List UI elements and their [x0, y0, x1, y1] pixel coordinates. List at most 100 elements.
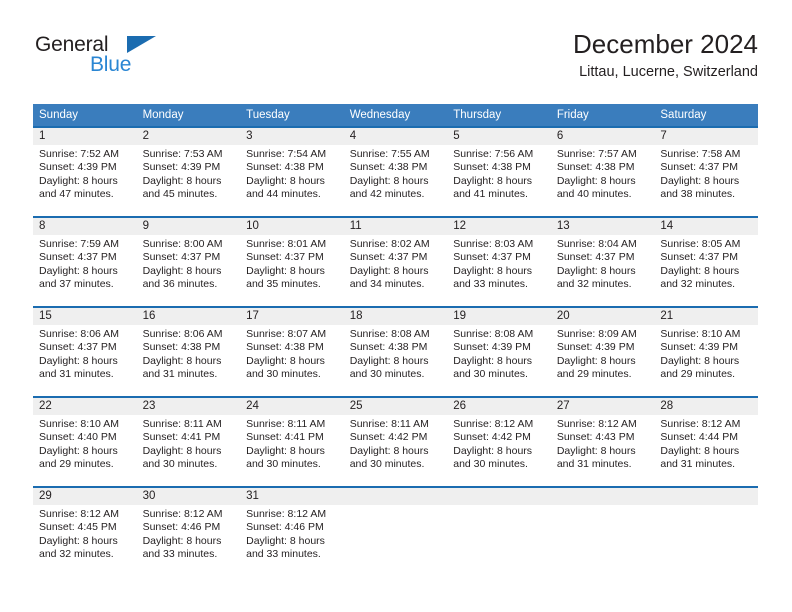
daylight-line-2: and 45 minutes. [142, 187, 218, 200]
day-cell-body: 30 Sunrise: 8:12 AM Sunset: 4:46 PM Dayligh… [136, 486, 241, 576]
day-cell-body: 12 Sunrise: 8:03 AM Sunset: 4:37 PM Dayligh… [447, 216, 551, 306]
daylight-line-2: and 30 minutes. [246, 367, 321, 380]
day-details: Sunrise: 7:54 AM Sunset: 4:38 PM Daylight:… [240, 145, 344, 201]
generalblue-logo[interactable]: General Blue [33, 33, 263, 85]
sunset-time: Sunset: 4:43 PM [556, 431, 635, 444]
calendar-day-cell[interactable]: 6 Sunrise: 7:57 AM Sunset: 4:38 PM Daylight… [550, 126, 655, 216]
day-cell-inner: 25 Sunrise: 8:11 AM Sunset: 4:42 PM Dayligh… [343, 398, 448, 486]
sunrise-time: Sunrise: 8:11 AM [142, 418, 222, 430]
calendar-day-cell[interactable]: 14 Sunrise: 8:05 AM Sunset: 4:37 PM Dayligh… [654, 216, 758, 306]
day-cell-body [343, 486, 448, 576]
sunrise-time: Sunrise: 8:06 AM [142, 328, 223, 340]
day-details: Sunrise: 8:00 AM Sunset: 4:37 PM Daylight:… [137, 235, 241, 291]
daylight-line-1: Daylight: 8 hours [453, 444, 533, 457]
day-details: Sunrise: 7:59 AM Sunset: 4:37 PM Daylight:… [33, 235, 137, 291]
daylight-line-1: Daylight: 8 hours [660, 174, 740, 187]
sunrise-time: Sunrise: 8:09 AM [556, 328, 637, 340]
sunrise-time: Sunrise: 7:57 AM [556, 148, 637, 160]
day-details: Sunrise: 8:04 AM Sunset: 4:37 PM Daylight:… [551, 235, 655, 291]
day-number: 23 [136, 398, 241, 415]
day-cell-body: 22 Sunrise: 8:10 AM Sunset: 4:40 PM Dayligh… [33, 396, 137, 486]
day-number: 12 [447, 218, 551, 235]
daylight-line-2: and 29 minutes. [556, 367, 632, 380]
sunrise-time: Sunrise: 8:12 AM [246, 508, 327, 520]
day-number: 14 [654, 218, 758, 235]
calendar-day-cell[interactable]: 5 Sunrise: 7:56 AM Sunset: 4:38 PM Daylight… [447, 126, 551, 216]
day-number: 8 [33, 218, 137, 235]
logo-triangle-icon [127, 36, 156, 53]
weekday-header-friday: Friday [550, 104, 655, 126]
daylight-line-1: Daylight: 8 hours [142, 534, 222, 547]
calendar-day-cell[interactable]: 11 Sunrise: 8:02 AM Sunset: 4:37 PM Dayligh… [343, 216, 448, 306]
day-details: Sunrise: 8:12 AM Sunset: 4:44 PM Daylight:… [654, 415, 758, 471]
calendar-day-cell[interactable]: 24 Sunrise: 8:11 AM Sunset: 4:41 PM Dayligh… [240, 396, 344, 486]
logo-text-blue: Blue [90, 53, 132, 76]
sunrise-time: Sunrise: 8:12 AM [556, 418, 637, 430]
calendar-week-row: 8 Sunrise: 7:59 AM Sunset: 4:37 PM Daylight… [33, 216, 758, 306]
calendar-day-cell[interactable]: 28 Sunrise: 8:12 AM Sunset: 4:44 PM Dayligh… [654, 396, 758, 486]
calendar-day-cell[interactable]: 16 Sunrise: 8:06 AM Sunset: 4:38 PM Dayligh… [136, 306, 241, 396]
sunset-time: Sunset: 4:42 PM [453, 431, 531, 444]
sunrise-time: Sunrise: 8:11 AM [246, 418, 326, 430]
calendar-day-cell[interactable]: 25 Sunrise: 8:11 AM Sunset: 4:42 PM Dayligh… [343, 396, 448, 486]
calendar-day-cell[interactable]: 26 Sunrise: 8:12 AM Sunset: 4:42 PM Dayligh… [447, 396, 551, 486]
daylight-line-2: and 30 minutes. [349, 457, 425, 470]
daylight-line-1: Daylight: 8 hours [39, 444, 118, 457]
sunset-time: Sunset: 4:39 PM [556, 341, 635, 354]
calendar-day-cell[interactable]: 31 Sunrise: 8:12 AM Sunset: 4:46 PM Dayligh… [240, 486, 344, 576]
calendar-day-cell[interactable]: 19 Sunrise: 8:08 AM Sunset: 4:39 PM Dayligh… [447, 306, 551, 396]
sunrise-time: Sunrise: 8:04 AM [556, 238, 637, 250]
calendar-day-cell[interactable]: 2 Sunrise: 7:53 AM Sunset: 4:39 PM Daylight… [136, 126, 241, 216]
day-details: Sunrise: 8:09 AM Sunset: 4:39 PM Daylight:… [551, 325, 655, 381]
day-details: Sunrise: 8:08 AM Sunset: 4:39 PM Daylight:… [447, 325, 551, 381]
sunset-time: Sunset: 4:41 PM [142, 431, 221, 444]
calendar-day-cell[interactable]: 29 Sunrise: 8:12 AM Sunset: 4:45 PM Dayligh… [33, 486, 137, 576]
day-details: Sunrise: 8:10 AM Sunset: 4:40 PM Daylight:… [33, 415, 137, 471]
sunrise-time: Sunrise: 8:08 AM [453, 328, 534, 340]
day-details: Sunrise: 8:06 AM Sunset: 4:38 PM Daylight:… [137, 325, 241, 381]
calendar-day-cell[interactable]: 1 Sunrise: 7:52 AM Sunset: 4:39 PM Daylight… [33, 126, 137, 216]
day-number: 25 [343, 398, 448, 415]
day-cell-inner: 14 Sunrise: 8:05 AM Sunset: 4:37 PM Dayligh… [654, 218, 758, 306]
calendar-day-cell[interactable]: 4 Sunrise: 7:55 AM Sunset: 4:38 PM Daylight… [343, 126, 448, 216]
day-cell-body: 17 Sunrise: 8:07 AM Sunset: 4:38 PM Dayligh… [240, 306, 344, 396]
sunrise-time: Sunrise: 8:10 AM [39, 418, 119, 430]
calendar-day-cell[interactable]: 22 Sunrise: 8:10 AM Sunset: 4:40 PM Dayligh… [33, 396, 137, 486]
calendar-day-cell[interactable]: 27 Sunrise: 8:12 AM Sunset: 4:43 PM Dayligh… [550, 396, 655, 486]
calendar-day-cell[interactable]: 20 Sunrise: 8:09 AM Sunset: 4:39 PM Dayligh… [550, 306, 655, 396]
sunset-time: Sunset: 4:40 PM [39, 431, 117, 444]
calendar-day-cell[interactable]: 10 Sunrise: 8:01 AM Sunset: 4:37 PM Dayligh… [240, 216, 344, 306]
sunset-time: Sunset: 4:38 PM [349, 161, 428, 174]
calendar-day-cell[interactable]: 7 Sunrise: 7:58 AM Sunset: 4:37 PM Daylight… [654, 126, 758, 216]
sunrise-time: Sunrise: 8:02 AM [349, 238, 430, 250]
calendar-day-cell[interactable]: 9 Sunrise: 8:00 AM Sunset: 4:37 PM Daylight… [136, 216, 241, 306]
calendar-day-cell[interactable]: 3 Sunrise: 7:54 AM Sunset: 4:38 PM Daylight… [240, 126, 344, 216]
daylight-line-1: Daylight: 8 hours [142, 174, 222, 187]
calendar-day-cell[interactable]: 15 Sunrise: 8:06 AM Sunset: 4:37 PM Dayligh… [33, 306, 137, 396]
calendar-day-cell[interactable]: 13 Sunrise: 8:04 AM Sunset: 4:37 PM Dayligh… [550, 216, 655, 306]
day-cell-body: 21 Sunrise: 8:10 AM Sunset: 4:39 PM Dayligh… [654, 306, 758, 396]
calendar-day-cell[interactable]: 12 Sunrise: 8:03 AM Sunset: 4:37 PM Dayligh… [447, 216, 551, 306]
day-cell-inner: 19 Sunrise: 8:08 AM Sunset: 4:39 PM Dayligh… [447, 308, 551, 396]
calendar-day-cell[interactable]: 17 Sunrise: 8:07 AM Sunset: 4:38 PM Dayligh… [240, 306, 344, 396]
sunset-time: Sunset: 4:38 PM [246, 161, 324, 174]
day-details: Sunrise: 8:06 AM Sunset: 4:37 PM Daylight:… [33, 325, 137, 381]
calendar-day-cell[interactable]: 8 Sunrise: 7:59 AM Sunset: 4:37 PM Daylight… [33, 216, 137, 306]
daylight-line-1: Daylight: 8 hours [349, 354, 429, 367]
day-number [654, 488, 758, 505]
calendar-day-cell[interactable]: 21 Sunrise: 8:10 AM Sunset: 4:39 PM Dayligh… [654, 306, 758, 396]
sunset-time: Sunset: 4:37 PM [349, 251, 428, 264]
day-cell-body: 6 Sunrise: 7:57 AM Sunset: 4:38 PM Daylight… [550, 126, 655, 216]
calendar-day-cell[interactable]: 30 Sunrise: 8:12 AM Sunset: 4:46 PM Dayligh… [136, 486, 241, 576]
daylight-line-1: Daylight: 8 hours [556, 264, 636, 277]
daylight-line-2: and 35 minutes. [246, 277, 321, 290]
daylight-line-2: and 33 minutes. [453, 277, 528, 290]
day-number [550, 488, 655, 505]
weekday-label: Thursday [453, 109, 502, 121]
sunrise-time: Sunrise: 8:03 AM [453, 238, 534, 250]
weekday-label: Monday [142, 109, 184, 121]
calendar-day-cell[interactable]: 23 Sunrise: 8:11 AM Sunset: 4:41 PM Dayligh… [136, 396, 241, 486]
calendar-day-cell[interactable]: 18 Sunrise: 8:08 AM Sunset: 4:38 PM Dayligh… [343, 306, 448, 396]
day-cell-inner: 15 Sunrise: 8:06 AM Sunset: 4:37 PM Dayligh… [33, 308, 137, 396]
day-cell-body: 23 Sunrise: 8:11 AM Sunset: 4:41 PM Dayligh… [136, 396, 241, 486]
